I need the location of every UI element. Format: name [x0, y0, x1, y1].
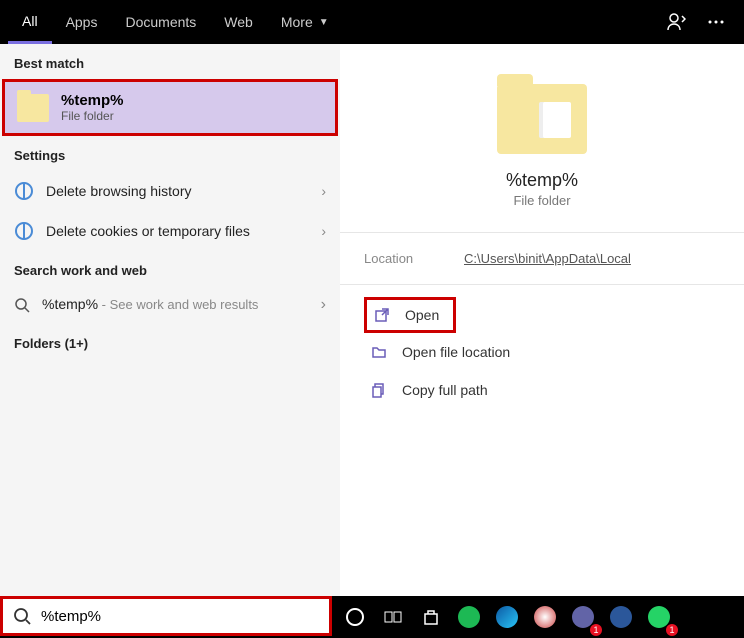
folder-large-icon — [497, 84, 587, 154]
tab-apps[interactable]: Apps — [52, 0, 112, 44]
folder-icon — [17, 94, 49, 122]
web-search-term: %temp% — [42, 296, 98, 312]
tab-web[interactable]: Web — [210, 0, 267, 44]
section-search-web: Search work and web — [0, 251, 340, 286]
store-icon[interactable] — [414, 600, 448, 634]
setting-delete-cookies[interactable]: Delete cookies or temporary files › — [0, 211, 340, 251]
best-match-result[interactable]: %temp% File folder — [2, 79, 338, 136]
account-icon[interactable] — [656, 0, 696, 44]
chevron-right-icon: › — [321, 183, 326, 199]
action-label: Open file location — [402, 344, 510, 360]
chevron-down-icon: ▼ — [319, 17, 329, 28]
location-path[interactable]: C:\Users\binit\AppData\Local — [464, 251, 631, 266]
copy-icon — [370, 381, 388, 399]
results-panel: Best match %temp% File folder Settings D… — [0, 44, 340, 596]
preview-subtitle: File folder — [364, 193, 720, 208]
best-match-title: %temp% — [61, 92, 124, 109]
web-search-result[interactable]: %temp% - See work and web results › — [0, 286, 340, 324]
open-icon — [373, 306, 391, 324]
tab-all[interactable]: All — [8, 0, 52, 44]
preview-panel: %temp% File folder Location C:\Users\bin… — [340, 44, 744, 596]
more-options-icon[interactable] — [696, 0, 736, 44]
section-folders: Folders (1+) — [0, 324, 340, 359]
action-label: Copy full path — [402, 382, 488, 398]
setting-delete-history[interactable]: Delete browsing history › — [0, 171, 340, 211]
section-best-match: Best match — [0, 44, 340, 79]
globe-icon — [15, 222, 33, 240]
folder-open-icon — [370, 343, 388, 361]
tab-more[interactable]: More ▼ — [267, 0, 343, 44]
edge-icon[interactable] — [490, 600, 524, 634]
office-icon[interactable] — [604, 600, 638, 634]
chevron-right-icon: › — [321, 296, 326, 314]
tab-documents[interactable]: Documents — [111, 0, 210, 44]
location-label: Location — [364, 251, 464, 266]
section-settings: Settings — [0, 136, 340, 171]
globe-icon — [15, 182, 33, 200]
search-icon — [14, 297, 30, 313]
setting-label: Delete cookies or temporary files — [46, 223, 309, 239]
search-input[interactable] — [41, 608, 319, 625]
teams-icon[interactable] — [566, 600, 600, 634]
action-open-location[interactable]: Open file location — [364, 333, 720, 371]
task-view-icon[interactable] — [376, 600, 410, 634]
search-box[interactable] — [0, 596, 332, 636]
action-label: Open — [405, 307, 439, 323]
action-open[interactable]: Open — [364, 297, 456, 333]
cortana-icon[interactable] — [338, 600, 372, 634]
search-icon — [13, 607, 31, 625]
setting-label: Delete browsing history — [46, 183, 309, 199]
whatsapp-icon[interactable] — [642, 600, 676, 634]
action-copy-path[interactable]: Copy full path — [364, 371, 720, 409]
chevron-right-icon: › — [321, 223, 326, 239]
preview-title: %temp% — [364, 170, 720, 191]
search-tabs-bar: All Apps Documents Web More ▼ — [0, 0, 744, 44]
paint-icon[interactable] — [528, 600, 562, 634]
web-search-hint: - See work and web results — [98, 297, 258, 312]
taskbar-row — [0, 596, 744, 638]
best-match-subtitle: File folder — [61, 109, 124, 123]
spotify-icon[interactable] — [452, 600, 486, 634]
tab-more-label: More — [281, 14, 313, 30]
